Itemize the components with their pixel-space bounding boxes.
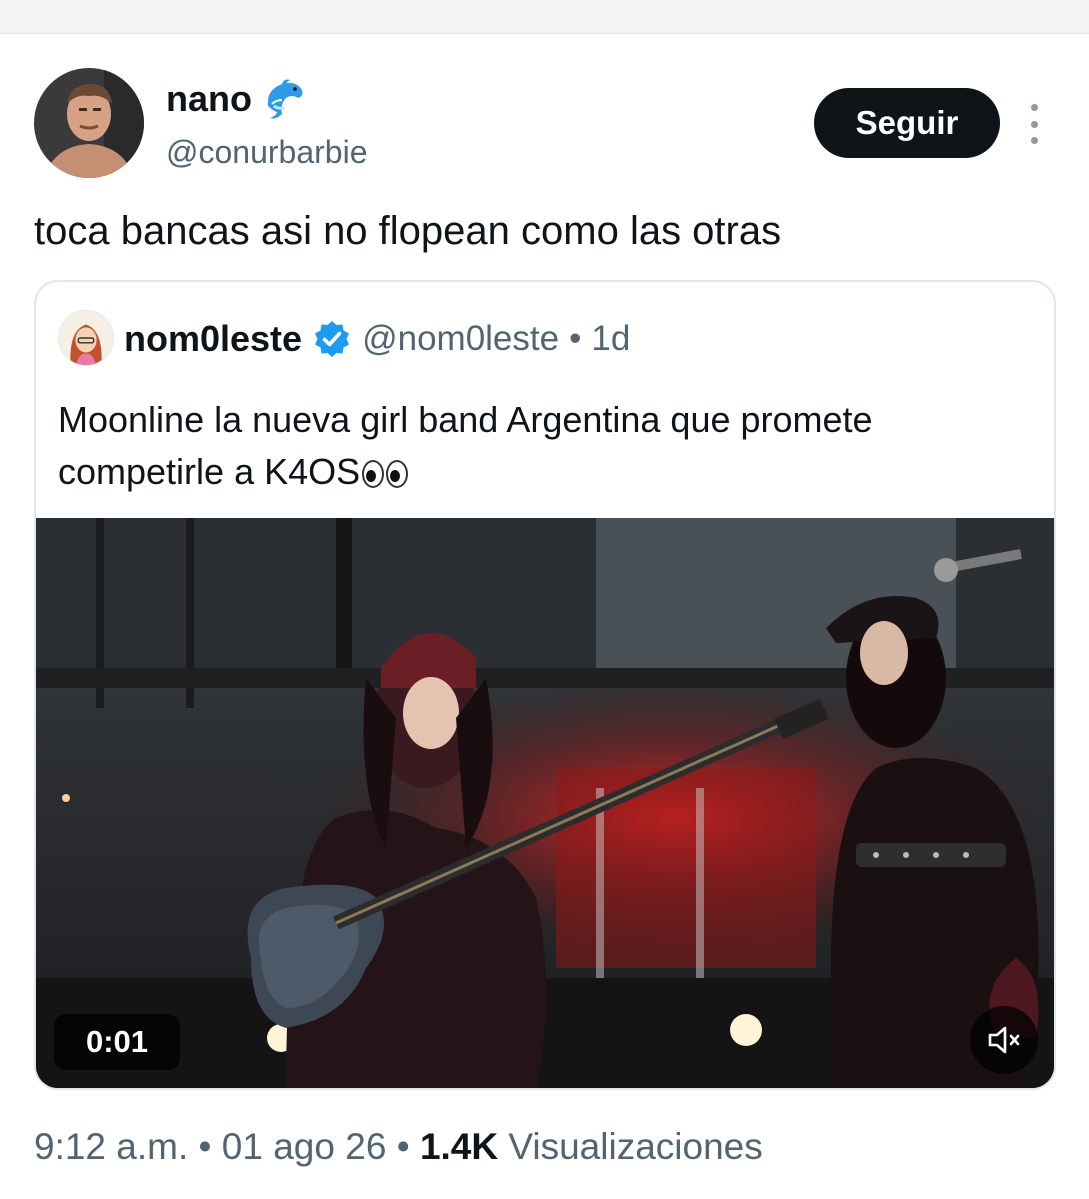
status-bar-area (0, 0, 1089, 34)
tweet-date[interactable]: 01 ago 26 (222, 1126, 387, 1167)
author-name[interactable]: nano (166, 78, 252, 120)
eyes-icon (362, 460, 409, 489)
tweet-time[interactable]: 9:12 a.m. (34, 1126, 188, 1167)
tweet-text: toca bancas asi no flopean como las otra… (34, 209, 782, 253)
more-options-icon[interactable] (1024, 104, 1044, 144)
views-label: Visualizaciones (508, 1126, 763, 1167)
separator-dot: • (569, 319, 582, 358)
quoted-text: Moonline la nueva girl band Argentina qu… (58, 394, 1038, 498)
speaker-muted-icon (988, 1026, 1020, 1054)
meta-dot: • (198, 1126, 212, 1167)
quoted-avatar[interactable] (58, 310, 114, 366)
video-frame (36, 518, 1054, 1088)
quoted-tweet-card[interactable]: nom0leste @nom0leste • 1d Moonline la nu… (34, 280, 1056, 1090)
quoted-name[interactable]: nom0leste (124, 318, 302, 360)
tweet-metadata: 9:12 a.m. • 01 ago 26 • 1.4K Visualizaci… (34, 1126, 763, 1168)
mute-button[interactable] (970, 1006, 1038, 1074)
avatar-photo (34, 68, 144, 178)
quoted-text-body: Moonline la nueva girl band Argentina qu… (58, 399, 873, 492)
meta-dot: • (396, 1126, 410, 1167)
author-handle[interactable]: @conurbarbie (166, 134, 367, 171)
author-avatar[interactable] (34, 68, 144, 178)
quoted-avatar-illustration (59, 311, 113, 365)
video-duration-badge: 0:01 (54, 1014, 180, 1070)
verified-badge-icon (312, 319, 352, 359)
video-player[interactable]: 0:01 (36, 518, 1054, 1088)
follow-button[interactable]: Seguir (814, 88, 1000, 158)
views-count: 1.4K (419, 1126, 499, 1167)
quoted-header: nom0leste @nom0leste • 1d (124, 318, 630, 360)
dolphin-icon (262, 76, 308, 122)
quoted-timestamp[interactable]: 1d (591, 319, 630, 359)
quoted-handle[interactable]: @nom0leste (362, 319, 559, 359)
author-name-row[interactable]: nano (166, 76, 308, 122)
